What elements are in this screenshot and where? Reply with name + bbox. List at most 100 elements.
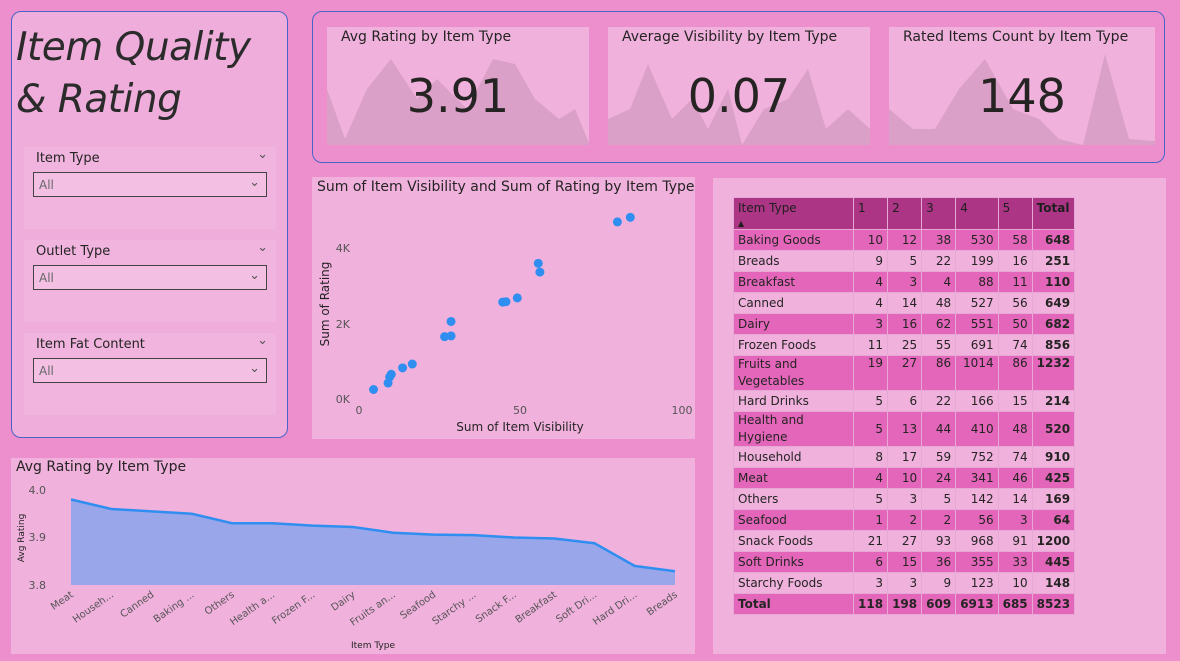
column-header-total[interactable]: Total [1031, 197, 1076, 230]
column-header-item-type[interactable]: Item Type ▲ [733, 197, 854, 230]
y-axis-label: Sum of Rating [318, 262, 332, 347]
table-row[interactable]: Dairy 3 16 62 551 50 682 [733, 313, 1076, 335]
filter-panel: Item Quality & Rating Item Type ⌄ All ⌄ … [11, 11, 288, 438]
outlet-type-dropdown[interactable]: All ⌄ [33, 265, 267, 290]
area-chart[interactable]: Avg Rating by Item Type 4.0 3.9 3.8 Avg … [11, 458, 695, 654]
table-row[interactable]: Canned 4 14 48 527 56 649 [733, 292, 1076, 314]
item-type-dropdown[interactable]: All ⌄ [33, 172, 267, 197]
table-cell: 74 [997, 446, 1033, 468]
kpi-card-rated-items-count[interactable]: Rated Items Count by Item Type 148 [889, 27, 1155, 145]
table-cell: 38 [921, 229, 957, 251]
scatter-point[interactable] [533, 258, 543, 268]
table-cell: 58 [997, 229, 1033, 251]
table-row[interactable]: Starchy Foods 3 3 9 123 10 148 [733, 572, 1076, 594]
x-tick-label: Canned [119, 589, 157, 620]
table-cell: 25 [887, 334, 923, 356]
scatter-chart[interactable]: Sum of Item Visibility and Sum of Rating… [312, 177, 695, 439]
table-cell: 752 [955, 446, 999, 468]
table-row[interactable]: Hard Drinks 5 6 22 166 15 214 [733, 390, 1076, 412]
table-cell: 16 [887, 313, 923, 335]
column-header[interactable]: 4 [955, 197, 999, 230]
scatter-point[interactable] [612, 217, 622, 227]
table-row[interactable]: Snack Foods 21 27 93 968 91 1200 [733, 530, 1076, 552]
table-row[interactable]: Seafood 1 2 2 56 3 64 [733, 509, 1076, 531]
table-cell: 59 [921, 446, 957, 468]
scatter-point[interactable] [369, 385, 379, 394]
y-axis-label: Avg Rating [17, 514, 27, 563]
table-cell: 5 [921, 488, 957, 510]
table-row[interactable]: Frozen Foods 11 25 55 691 74 856 [733, 334, 1076, 356]
slicer-item-type: Item Type ⌄ All ⌄ [24, 147, 276, 229]
table-cell: 91 [997, 530, 1033, 552]
table-row[interactable]: Health and Hygiene 5 13 44 410 48 520 [733, 411, 1076, 447]
row-label: Frozen Foods [733, 334, 854, 356]
table-cell: 5 [852, 390, 889, 412]
table-cell: 123 [955, 572, 999, 594]
dropdown-value: All [39, 364, 54, 378]
table-cell: 199 [955, 250, 999, 272]
table-row[interactable]: Meat 4 10 24 341 46 425 [733, 467, 1076, 489]
kpi-title: Average Visibility by Item Type [622, 29, 838, 45]
total-cell: 6913 [955, 593, 999, 615]
table-row[interactable]: Breads 9 5 22 199 16 251 [733, 250, 1076, 272]
table-row[interactable]: Soft Drinks 6 15 36 355 33 445 [733, 551, 1076, 573]
x-tick-label: 100 [672, 404, 693, 417]
scatter-point[interactable] [386, 369, 396, 379]
column-header[interactable]: 1 [852, 197, 889, 230]
table-row[interactable]: Household 8 17 59 752 74 910 [733, 446, 1076, 468]
row-label: Breakfast [733, 271, 854, 293]
scatter-point[interactable] [625, 212, 635, 222]
kpi-title: Rated Items Count by Item Type [903, 29, 1129, 45]
table-row[interactable]: Breakfast 4 3 4 88 11 110 [733, 271, 1076, 293]
table-row[interactable]: Baking Goods 10 12 38 530 58 648 [733, 229, 1076, 251]
item-fat-content-dropdown[interactable]: All ⌄ [33, 358, 267, 383]
scatter-point[interactable] [535, 267, 545, 277]
row-label: Health and Hygiene [733, 411, 854, 447]
table-cell: 14 [997, 488, 1033, 510]
chevron-down-icon[interactable]: ⌄ [257, 333, 268, 348]
kpi-value: 148 [978, 69, 1066, 123]
table-cell: 968 [955, 530, 999, 552]
scatter-point[interactable] [446, 316, 456, 326]
table-cell: 48 [921, 292, 957, 314]
column-header[interactable]: 2 [887, 197, 923, 230]
row-label: Hard Drinks [733, 390, 854, 412]
matrix-table-panel: Item Type ▲ 1 2 3 4 5 Total Baking Goods 1… [713, 178, 1166, 654]
x-tick-label: 50 [513, 404, 527, 417]
table-cell: 341 [955, 467, 999, 489]
scatter-point[interactable] [398, 363, 408, 373]
table-cell: 2 [921, 509, 957, 531]
column-header[interactable]: 3 [921, 197, 957, 230]
chevron-down-icon[interactable]: ⌄ [257, 147, 268, 162]
scatter-point[interactable] [446, 331, 456, 341]
row-total-cell: 148 [1031, 572, 1076, 594]
scatter-point[interactable] [501, 297, 511, 307]
table-row[interactable]: Fruits and Vegetables 19 27 86 1014 86 1232 [733, 355, 1076, 391]
table-cell: 5 [852, 411, 889, 447]
table-cell: 27 [887, 530, 923, 552]
kpi-card-avg-rating[interactable]: Avg Rating by Item Type 3.91 [327, 27, 589, 145]
kpi-value: 3.91 [406, 69, 510, 123]
table-cell: 3 [887, 271, 923, 293]
table-cell: 8 [852, 446, 889, 468]
kpi-card-avg-visibility[interactable]: Average Visibility by Item Type 0.07 [608, 27, 870, 145]
row-label: Others [733, 488, 854, 510]
scatter-point[interactable] [407, 359, 417, 369]
table-cell: 142 [955, 488, 999, 510]
column-header[interactable]: 5 [997, 197, 1033, 230]
table-cell: 22 [921, 390, 957, 412]
row-total-cell: 1200 [1031, 530, 1076, 552]
table-cell: 166 [955, 390, 999, 412]
total-cell: 685 [997, 593, 1033, 615]
table-cell: 3 [887, 488, 923, 510]
slicer-outlet-type: Outlet Type ⌄ All ⌄ [24, 240, 276, 322]
table-row[interactable]: Others 5 3 5 142 14 169 [733, 488, 1076, 510]
chevron-down-icon[interactable]: ⌄ [257, 240, 268, 255]
table-cell: 355 [955, 551, 999, 573]
scatter-point[interactable] [512, 293, 522, 303]
row-total-cell: 425 [1031, 467, 1076, 489]
x-tick-label: Hard Dri... [591, 589, 639, 627]
row-label: Seafood [733, 509, 854, 531]
table-cell: 13 [887, 411, 923, 447]
row-total-cell: 1232 [1031, 355, 1076, 391]
